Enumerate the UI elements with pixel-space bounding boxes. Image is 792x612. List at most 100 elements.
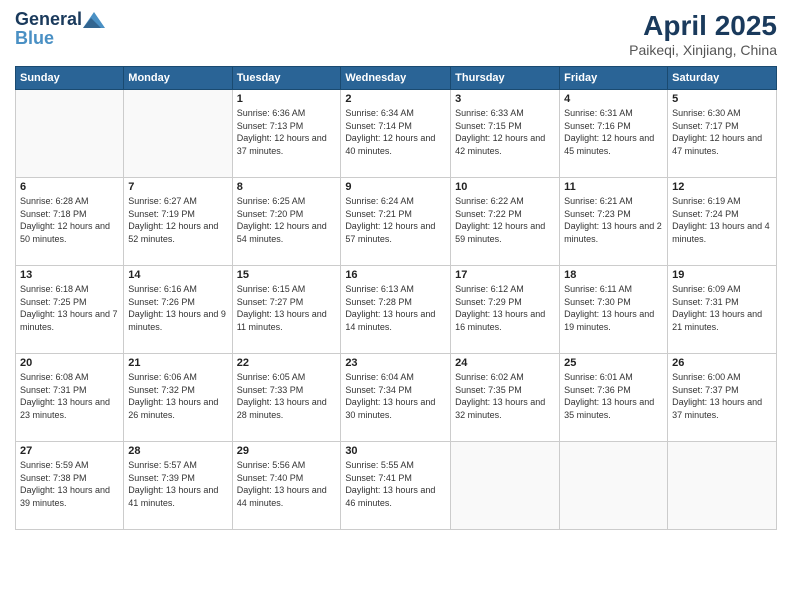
table-row: 9 Sunrise: 6:24 AM Sunset: 7:21 PM Daylig… [341, 178, 451, 266]
table-row: 27 Sunrise: 5:59 AM Sunset: 7:38 PM Dayli… [16, 442, 124, 530]
month-year: April 2025 [629, 10, 777, 42]
table-row: 21 Sunrise: 6:06 AM Sunset: 7:32 PM Dayli… [124, 354, 232, 442]
day-info: Sunrise: 6:36 AM Sunset: 7:13 PM Dayligh… [237, 107, 337, 157]
col-thursday: Thursday [451, 67, 560, 90]
day-info: Sunrise: 6:06 AM Sunset: 7:32 PM Dayligh… [128, 371, 227, 421]
day-info: Sunrise: 6:16 AM Sunset: 7:26 PM Dayligh… [128, 283, 227, 333]
day-info: Sunrise: 5:55 AM Sunset: 7:41 PM Dayligh… [345, 459, 446, 509]
day-number: 13 [20, 269, 119, 281]
day-info: Sunrise: 6:18 AM Sunset: 7:25 PM Dayligh… [20, 283, 119, 333]
day-number: 27 [20, 445, 119, 457]
day-number: 2 [345, 93, 446, 105]
day-number: 1 [237, 93, 337, 105]
page: General Blue April 2025 Paikeqi, Xinjian… [0, 0, 792, 612]
table-row: 16Sunrise: 6:13 AM Sunset: 7:28 PM Dayli… [341, 266, 451, 354]
day-info: Sunrise: 6:34 AM Sunset: 7:14 PM Dayligh… [345, 107, 446, 157]
day-number: 29 [237, 445, 337, 457]
day-number: 5 [672, 93, 772, 105]
day-number: 10 [455, 181, 555, 193]
table-row: 12 Sunrise: 6:19 AM Sunset: 7:24 PM Dayli… [668, 178, 777, 266]
day-number: 18 [564, 269, 663, 281]
day-info: Sunrise: 5:59 AM Sunset: 7:38 PM Dayligh… [20, 459, 119, 509]
day-number: 24 [455, 357, 555, 369]
table-row [124, 90, 232, 178]
table-row: 20Sunrise: 6:08 AM Sunset: 7:31 PM Dayli… [16, 354, 124, 442]
table-row [451, 442, 560, 530]
table-row: 30 Sunrise: 5:55 AM Sunset: 7:41 PM Dayli… [341, 442, 451, 530]
day-info: Sunrise: 6:28 AM Sunset: 7:18 PM Dayligh… [20, 195, 119, 245]
calendar-week-row: 6 Sunrise: 6:28 AM Sunset: 7:18 PM Daylig… [16, 178, 777, 266]
col-sunday: Sunday [16, 67, 124, 90]
table-row: 29 Sunrise: 5:56 AM Sunset: 7:40 PM Dayli… [232, 442, 341, 530]
table-row: 4Sunrise: 6:31 AM Sunset: 7:16 PM Daylig… [560, 90, 668, 178]
table-row: 3 Sunrise: 6:33 AM Sunset: 7:15 PM Daylig… [451, 90, 560, 178]
calendar-week-row: 13 Sunrise: 6:18 AM Sunset: 7:25 PM Dayli… [16, 266, 777, 354]
header: General Blue April 2025 Paikeqi, Xinjian… [15, 10, 777, 58]
day-info: Sunrise: 6:08 AM Sunset: 7:31 PM Dayligh… [20, 371, 119, 421]
day-number: 26 [672, 357, 772, 369]
table-row: 10Sunrise: 6:22 AM Sunset: 7:22 PM Dayli… [451, 178, 560, 266]
day-info: Sunrise: 6:02 AM Sunset: 7:35 PM Dayligh… [455, 371, 555, 421]
day-info: Sunrise: 6:25 AM Sunset: 7:20 PM Dayligh… [237, 195, 337, 245]
table-row: 19 Sunrise: 6:09 AM Sunset: 7:31 PM Dayli… [668, 266, 777, 354]
table-row [560, 442, 668, 530]
day-info: Sunrise: 6:00 AM Sunset: 7:37 PM Dayligh… [672, 371, 772, 421]
day-info: Sunrise: 6:21 AM Sunset: 7:23 PM Dayligh… [564, 195, 663, 245]
table-row: 7Sunrise: 6:27 AM Sunset: 7:19 PM Daylig… [124, 178, 232, 266]
day-info: Sunrise: 6:19 AM Sunset: 7:24 PM Dayligh… [672, 195, 772, 245]
day-number: 19 [672, 269, 772, 281]
table-row: 15Sunrise: 6:15 AM Sunset: 7:27 PM Dayli… [232, 266, 341, 354]
day-number: 14 [128, 269, 227, 281]
day-number: 16 [345, 269, 446, 281]
table-row [16, 90, 124, 178]
table-row: 28 Sunrise: 5:57 AM Sunset: 7:39 PM Dayli… [124, 442, 232, 530]
day-number: 12 [672, 181, 772, 193]
col-tuesday: Tuesday [232, 67, 341, 90]
table-row: 22Sunrise: 6:05 AM Sunset: 7:33 PM Dayli… [232, 354, 341, 442]
day-number: 17 [455, 269, 555, 281]
day-number: 6 [20, 181, 119, 193]
table-row: 25 Sunrise: 6:01 AM Sunset: 7:36 PM Dayli… [560, 354, 668, 442]
day-number: 11 [564, 181, 663, 193]
table-row: 24 Sunrise: 6:02 AM Sunset: 7:35 PM Dayli… [451, 354, 560, 442]
calendar-week-row: 27 Sunrise: 5:59 AM Sunset: 7:38 PM Dayli… [16, 442, 777, 530]
table-row: 8 Sunrise: 6:25 AM Sunset: 7:20 PM Daylig… [232, 178, 341, 266]
day-info: Sunrise: 5:57 AM Sunset: 7:39 PM Dayligh… [128, 459, 227, 509]
table-row: 2 Sunrise: 6:34 AM Sunset: 7:14 PM Daylig… [341, 90, 451, 178]
calendar-week-row: 20Sunrise: 6:08 AM Sunset: 7:31 PM Dayli… [16, 354, 777, 442]
day-number: 4 [564, 93, 663, 105]
col-saturday: Saturday [668, 67, 777, 90]
day-info: Sunrise: 6:30 AM Sunset: 7:17 PM Dayligh… [672, 107, 772, 157]
day-info: Sunrise: 6:09 AM Sunset: 7:31 PM Dayligh… [672, 283, 772, 333]
day-info: Sunrise: 6:01 AM Sunset: 7:36 PM Dayligh… [564, 371, 663, 421]
day-number: 23 [345, 357, 446, 369]
table-row: 5 Sunrise: 6:30 AM Sunset: 7:17 PM Daylig… [668, 90, 777, 178]
table-row: 17Sunrise: 6:12 AM Sunset: 7:29 PM Dayli… [451, 266, 560, 354]
calendar: Sunday Monday Tuesday Wednesday Thursday… [15, 66, 777, 530]
logo-icon [83, 12, 105, 28]
day-number: 7 [128, 181, 227, 193]
day-number: 9 [345, 181, 446, 193]
day-number: 25 [564, 357, 663, 369]
col-friday: Friday [560, 67, 668, 90]
col-monday: Monday [124, 67, 232, 90]
day-number: 21 [128, 357, 227, 369]
table-row: 18 Sunrise: 6:11 AM Sunset: 7:30 PM Dayli… [560, 266, 668, 354]
day-number: 30 [345, 445, 446, 457]
day-info: Sunrise: 6:33 AM Sunset: 7:15 PM Dayligh… [455, 107, 555, 157]
day-info: Sunrise: 6:04 AM Sunset: 7:34 PM Dayligh… [345, 371, 446, 421]
day-info: Sunrise: 6:11 AM Sunset: 7:30 PM Dayligh… [564, 283, 663, 333]
day-number: 28 [128, 445, 227, 457]
table-row: 1 Sunrise: 6:36 AM Sunset: 7:13 PM Daylig… [232, 90, 341, 178]
day-info: Sunrise: 6:24 AM Sunset: 7:21 PM Dayligh… [345, 195, 446, 245]
day-info: Sunrise: 5:56 AM Sunset: 7:40 PM Dayligh… [237, 459, 337, 509]
col-wednesday: Wednesday [341, 67, 451, 90]
day-number: 8 [237, 181, 337, 193]
logo: General Blue [15, 10, 106, 49]
day-number: 3 [455, 93, 555, 105]
table-row: 23 Sunrise: 6:04 AM Sunset: 7:34 PM Dayli… [341, 354, 451, 442]
table-row: 26 Sunrise: 6:00 AM Sunset: 7:37 PM Dayli… [668, 354, 777, 442]
logo-blue: Blue [15, 28, 106, 49]
table-row: 6 Sunrise: 6:28 AM Sunset: 7:18 PM Daylig… [16, 178, 124, 266]
table-row: 11 Sunrise: 6:21 AM Sunset: 7:23 PM Dayli… [560, 178, 668, 266]
